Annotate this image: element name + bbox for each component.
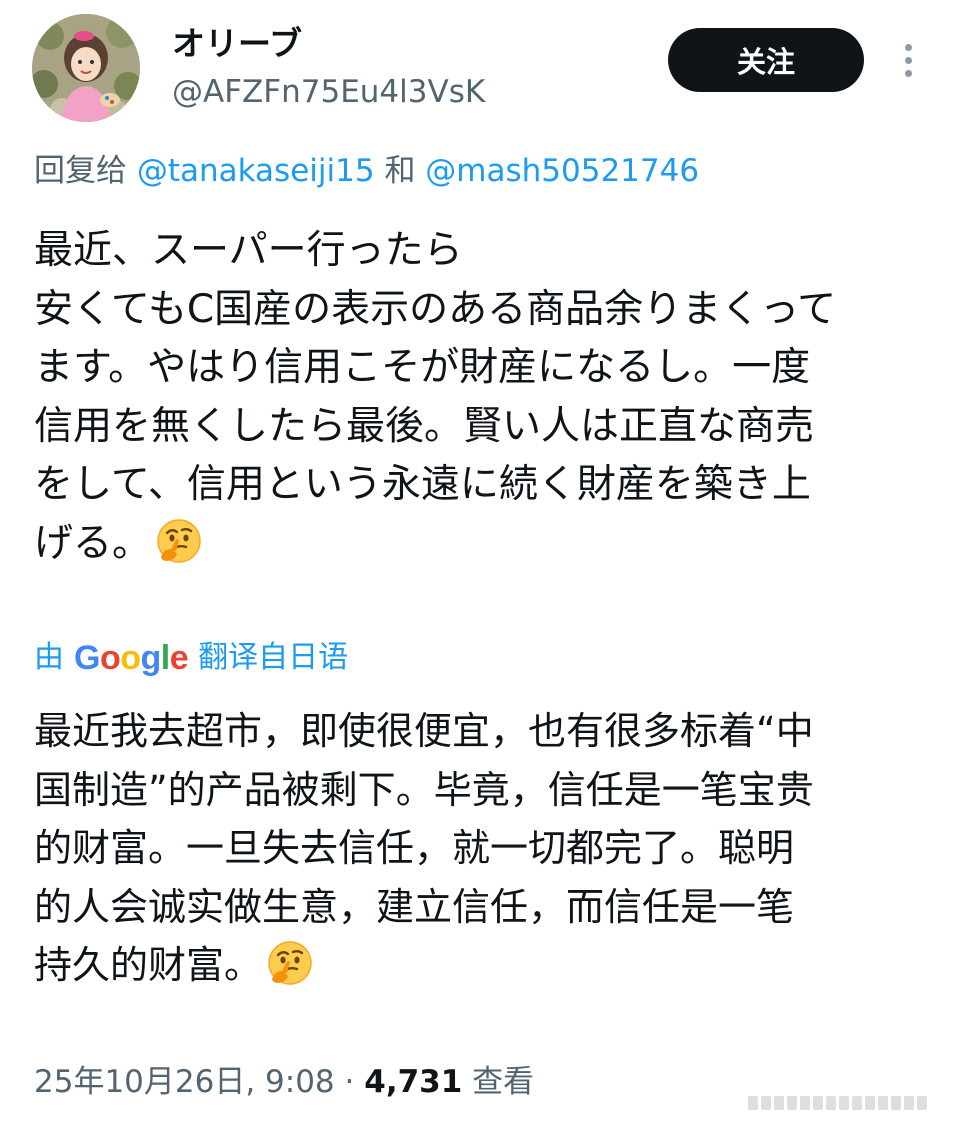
meta-separator: ·: [344, 1064, 355, 1100]
translation-line: 的人会诚实做生意，建立信任，而信任是一笔: [34, 884, 795, 929]
tweet-header: オリーブ @AFZFn75Eu4l3VsK 关注: [0, 0, 960, 140]
views-count: 4,731: [364, 1064, 463, 1100]
google-logo: Google: [74, 636, 189, 680]
translation-line: 持久的财富。: [34, 943, 263, 987]
tweet-line: をして、信用という永遠に続く財産を築き上: [34, 462, 811, 507]
tweet-line-last: げる。: [34, 515, 930, 574]
avatar-icon: [32, 14, 140, 122]
follow-button[interactable]: 关注: [668, 28, 864, 92]
thinking-face-emoji-icon: [268, 941, 312, 985]
translation-line: 的财富。一旦失去信任，就一切都完了。聪明: [34, 826, 795, 870]
views-label: 查看: [472, 1064, 535, 1100]
google-letter: e: [169, 639, 189, 677]
google-letter: o: [120, 639, 141, 677]
more-vertical-icon-dot: [904, 56, 912, 64]
google-letter: g: [140, 639, 162, 677]
translation-line: 国制造”的产品被剩下。毕竟，信任是一笔宝贵: [34, 767, 814, 812]
translation-text: 最近我去超市，即使很便宜，也有很多标着“中 国制造”的产品被剩下。毕竟，信任是一…: [34, 702, 930, 995]
tweet-meta: 25年10月26日, 9:08 · 4,731 查看: [34, 1060, 534, 1104]
translation-line-last: 持久的财富。: [34, 936, 930, 995]
google-letter: o: [99, 639, 121, 677]
tweet-line: げる。: [34, 520, 152, 566]
translated-by-prefix: 由: [34, 640, 64, 675]
reply-context: 回复给 @tanakaseiji15 和 @mash50521746: [34, 150, 699, 192]
mention-link[interactable]: @mash50521746: [425, 153, 699, 189]
tweet-line: ます。やはり信用こそが財産になるし。一度: [34, 345, 811, 390]
tweet-text: 最近、スーパー行ったら 安くてもC国産の表示のある商品余りまくって ます。やはり…: [34, 222, 930, 573]
tweet-line: 信用を無くしたら最後。賢い人は正直な商売: [34, 403, 815, 449]
avatar[interactable]: [32, 14, 140, 122]
translated-from-label: 翻译自日语: [198, 640, 349, 675]
translation-line: 最近我去超市，即使很便宜，也有很多标着“中: [34, 709, 814, 753]
more-options-button[interactable]: [892, 38, 924, 82]
more-vertical-icon-dot: [904, 69, 912, 77]
reply-prefix: 回复给: [34, 153, 127, 189]
tweet-line: 最近、スーパー行ったら: [34, 228, 463, 273]
more-vertical-icon: [904, 43, 912, 51]
google-letter: l: [160, 639, 170, 677]
thinking-face-emoji-icon: [157, 518, 201, 563]
watermark-logo: [748, 1096, 927, 1110]
translation-attribution[interactable]: 由 Google 翻译自日语: [34, 636, 348, 680]
display-name[interactable]: オリーブ: [172, 22, 302, 66]
reply-conjunction: 和: [384, 153, 416, 189]
timestamp-link[interactable]: 25年10月26日, 9:08: [34, 1064, 335, 1100]
mention-link[interactable]: @tanakaseiji15: [137, 153, 375, 189]
tweet-line: 安くてもC国産の表示のある商品余りまくって: [34, 286, 837, 332]
google-letter: G: [74, 639, 100, 677]
user-handle[interactable]: @AFZFn75Eu4l3VsK: [172, 72, 485, 112]
